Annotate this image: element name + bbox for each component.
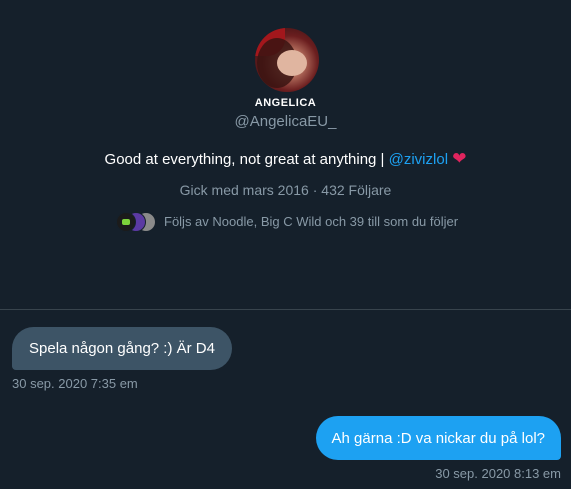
bio-text: Good at everything, not great at anythin… (104, 151, 389, 168)
follower-avatar (116, 212, 136, 232)
dm-conversation: ANGELICA @AngelicaEU_ Good at everything… (0, 0, 571, 489)
message-bubble-sent[interactable]: Ah gärna :D va nickar du på lol? (315, 416, 561, 460)
display-name[interactable]: ANGELICA (0, 97, 571, 109)
heart-icon: ❤ (452, 149, 467, 168)
bio-mention-link[interactable]: @zivizlol (389, 151, 448, 168)
user-handle[interactable]: @AngelicaEU_ (0, 113, 571, 130)
message-text: Spela någon gång? :) Är D4 (29, 340, 215, 357)
message-text: Ah gärna :D va nickar du på lol? (331, 429, 545, 447)
profile-header[interactable]: ANGELICA @AngelicaEU_ Good at everything… (0, 0, 571, 310)
message-bubble-received[interactable]: Spela någon gång? :) Är D4 (12, 327, 232, 370)
joined-date: Gick med mars 2016 (179, 182, 309, 198)
profile-bio: Good at everything, not great at anythin… (0, 149, 571, 169)
followed-by-text: Följs av Noodle, Big C Wild och 39 till … (164, 213, 459, 229)
meta-separator: · (308, 182, 322, 198)
profile-meta: Gick med mars 2016 · 432 Följare (0, 182, 571, 198)
divider (0, 309, 571, 310)
message-timestamp[interactable]: 30 sep. 2020 7:35 em (12, 376, 138, 391)
message-timestamp[interactable]: 30 sep. 2020 8:13 em (435, 466, 561, 481)
follower-avatars (116, 211, 156, 232)
avatar[interactable] (255, 28, 319, 92)
followed-by[interactable]: Följs av Noodle, Big C Wild och 39 till … (116, 210, 458, 232)
followers-count[interactable]: 432 Följare (321, 182, 391, 198)
